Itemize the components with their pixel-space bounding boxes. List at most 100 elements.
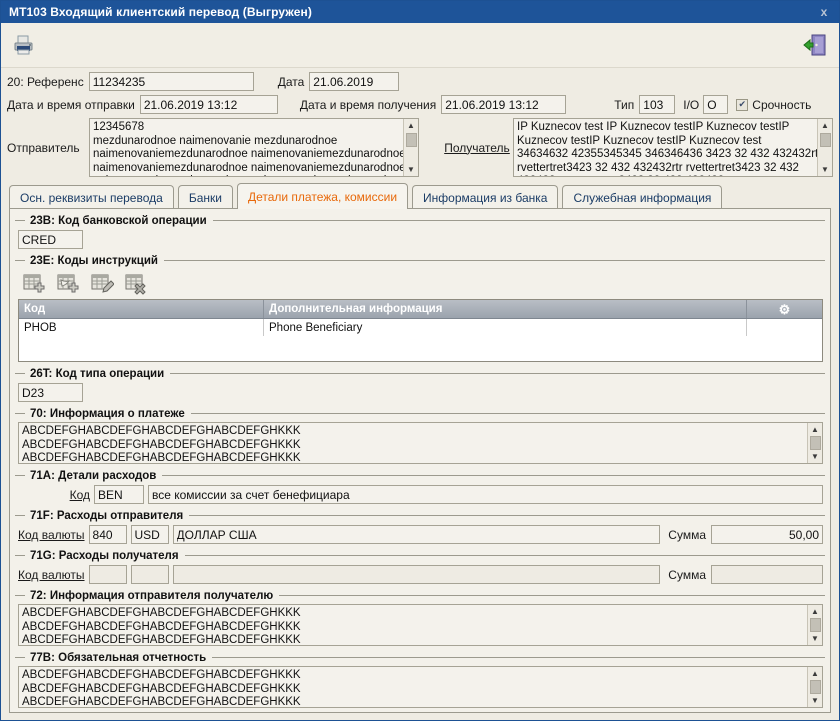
send-datetime-input[interactable] <box>139 95 278 114</box>
toolbar <box>1 23 839 68</box>
operation-type-code-input[interactable] <box>18 383 83 402</box>
table-row[interactable]: PHOB Phone Beneficiary <box>19 319 822 336</box>
charges-code-input[interactable] <box>94 485 144 504</box>
scroll-down-icon[interactable]: ▼ <box>404 163 419 176</box>
group-line <box>163 260 825 261</box>
receiver-scrollbar[interactable]: ▲ ▼ <box>817 119 832 176</box>
date-input[interactable] <box>309 72 400 91</box>
sender-to-receiver-textarea[interactable]: ABCDEFGHABCDEFGHABCDEFGHABCDEFGHKKK ABCD… <box>18 604 823 646</box>
scroll-thumb[interactable] <box>819 133 831 147</box>
cell-extra <box>747 319 822 336</box>
receiver-currency-link[interactable]: Код валюты <box>18 568 85 582</box>
group-line <box>190 413 825 414</box>
scroll-up-icon[interactable]: ▲ <box>808 423 823 435</box>
scroll-thumb[interactable] <box>809 618 821 632</box>
receiver-textarea[interactable]: IP Kuznecov test IP Kuznecov testIP Kuzn… <box>513 118 833 177</box>
regulatory-reporting-scrollbar[interactable]: ▲ ▼ <box>807 667 822 707</box>
sender-currency-num-input[interactable] <box>88 525 127 544</box>
grid-delete-row-icon[interactable] <box>124 273 148 295</box>
sender-text: 12345678 mezdunarodnoe naimenovanie mezd… <box>93 121 406 176</box>
scroll-thumb[interactable] <box>809 436 821 450</box>
sender-label: Отправитель <box>7 140 80 155</box>
scroll-up-icon[interactable]: ▲ <box>818 119 833 132</box>
tab-main-details[interactable]: Осн. реквизиты перевода <box>9 185 174 209</box>
exit-door-icon[interactable] <box>803 32 829 58</box>
group-71g-body: Код валюты Сумма <box>15 563 825 586</box>
group-70-title: 70: Информация о платеже <box>15 406 825 421</box>
scroll-up-icon[interactable]: ▲ <box>808 605 823 617</box>
sender-currency-alpha-input[interactable] <box>130 525 169 544</box>
group-71g-title: 71G: Расходы получателя <box>15 548 825 563</box>
group-71f-body: Код валюты Сумма <box>15 523 825 546</box>
group-title-text: 72: Информация отправителя получателю <box>30 589 274 602</box>
group-title-text: 23E: Коды инструкций <box>30 254 158 267</box>
reference-input[interactable] <box>88 72 254 91</box>
sender-scrollbar[interactable]: ▲ ▼ <box>403 119 418 176</box>
scroll-down-icon[interactable]: ▼ <box>808 451 823 463</box>
gear-icon[interactable]: ⚙ <box>779 303 791 316</box>
sender-to-receiver-text: ABCDEFGHABCDEFGHABCDEFGHABCDEFGHKKK ABCD… <box>22 607 301 645</box>
column-header-code[interactable]: Код <box>19 300 264 318</box>
scroll-down-icon[interactable]: ▼ <box>808 633 823 645</box>
charges-description-input[interactable] <box>148 485 823 504</box>
close-icon[interactable]: x <box>813 3 835 21</box>
sender-currency-name-input[interactable] <box>172 525 661 544</box>
group-70-body: ABCDEFGHABCDEFGHABCDEFGHABCDEFGHKKK ABCD… <box>15 421 825 466</box>
tab-payment-details[interactable]: Детали платежа, комиссии <box>236 183 409 209</box>
scroll-thumb[interactable] <box>809 680 821 694</box>
io-input[interactable] <box>703 95 729 114</box>
recv-datetime-input[interactable] <box>441 95 567 114</box>
group-71f: 71F: Расходы отправителя Код валюты Сумм… <box>15 508 825 546</box>
grid-add-copy-icon[interactable] <box>56 273 80 295</box>
group-23e-body: Код Дополнительная информация ⚙ PHOB Pho… <box>15 268 825 364</box>
scroll-thumb[interactable] <box>405 133 417 147</box>
group-26t-body <box>15 381 825 404</box>
urgency-checkbox[interactable]: ✔ <box>736 98 749 111</box>
group-title-text: 71G: Расходы получателя <box>30 549 179 562</box>
type-input[interactable] <box>639 95 676 114</box>
group-dash <box>15 555 25 556</box>
group-77b-body: ABCDEFGHABCDEFGHABCDEFGHABCDEFGHKKK ABCD… <box>15 665 825 710</box>
receiver-currency-name-input[interactable] <box>172 565 661 584</box>
sender-amount-input[interactable] <box>711 525 823 544</box>
tab-banks[interactable]: Банки <box>177 185 233 209</box>
table-header-row: Код Дополнительная информация ⚙ <box>19 300 822 319</box>
receiver-currency-num-input[interactable] <box>88 565 127 584</box>
printer-icon[interactable] <box>11 33 37 57</box>
group-line <box>212 657 825 658</box>
tab-bank-info[interactable]: Информация из банка <box>412 185 559 209</box>
scroll-down-icon[interactable]: ▼ <box>808 695 823 707</box>
grid-add-row-icon[interactable] <box>22 273 46 295</box>
row-71f: Код валюты Сумма <box>18 525 823 544</box>
group-title-text: 77B: Обязательная отчетность <box>30 651 207 664</box>
recv-datetime-label: Дата и время получения <box>299 97 437 112</box>
row-sender-receiver: Отправитель 12345678 mezdunarodnoe naime… <box>7 118 833 177</box>
column-header-additional-info[interactable]: Дополнительная информация <box>264 300 747 318</box>
scroll-up-icon[interactable]: ▲ <box>404 119 419 132</box>
group-title-text: 23B: Код банковской операции <box>30 214 207 227</box>
payment-info-textarea[interactable]: ABCDEFGHABCDEFGHABCDEFGHABCDEFGHKKK ABCD… <box>18 422 823 464</box>
receiver-amount-input[interactable] <box>711 565 823 584</box>
payment-info-scrollbar[interactable]: ▲ ▼ <box>807 423 822 463</box>
group-dash <box>15 515 25 516</box>
scroll-up-icon[interactable]: ▲ <box>808 667 823 679</box>
charges-code-link[interactable]: Код <box>18 488 90 502</box>
receiver-currency-alpha-input[interactable] <box>130 565 169 584</box>
row-reference-date: 20: Референс Дата <box>7 72 833 91</box>
sender-currency-link[interactable]: Код валюты <box>18 528 85 542</box>
scroll-down-icon[interactable]: ▼ <box>818 163 833 176</box>
regulatory-reporting-textarea[interactable]: ABCDEFGHABCDEFGHABCDEFGHABCDEFGHKKK ABCD… <box>18 666 823 708</box>
instruction-codes-table[interactable]: Код Дополнительная информация ⚙ PHOB Pho… <box>18 299 823 362</box>
receiver-link[interactable]: Получатель <box>441 118 513 177</box>
group-title-text: 71A: Детали расходов <box>30 469 157 482</box>
bank-operation-code-input[interactable] <box>18 230 83 249</box>
group-71a-title: 71A: Детали расходов <box>15 468 825 483</box>
type-label: Тип <box>614 97 635 112</box>
window-title: MT103 Входящий клиентский перевод (Выгру… <box>9 5 312 19</box>
sender-to-receiver-scrollbar[interactable]: ▲ ▼ <box>807 605 822 645</box>
sender-textarea[interactable]: 12345678 mezdunarodnoe naimenovanie mezd… <box>89 118 419 177</box>
sender-amount-label: Сумма <box>668 527 706 542</box>
group-line <box>189 515 825 516</box>
grid-edit-row-icon[interactable] <box>90 273 115 295</box>
tab-service-info[interactable]: Служебная информация <box>562 185 723 209</box>
